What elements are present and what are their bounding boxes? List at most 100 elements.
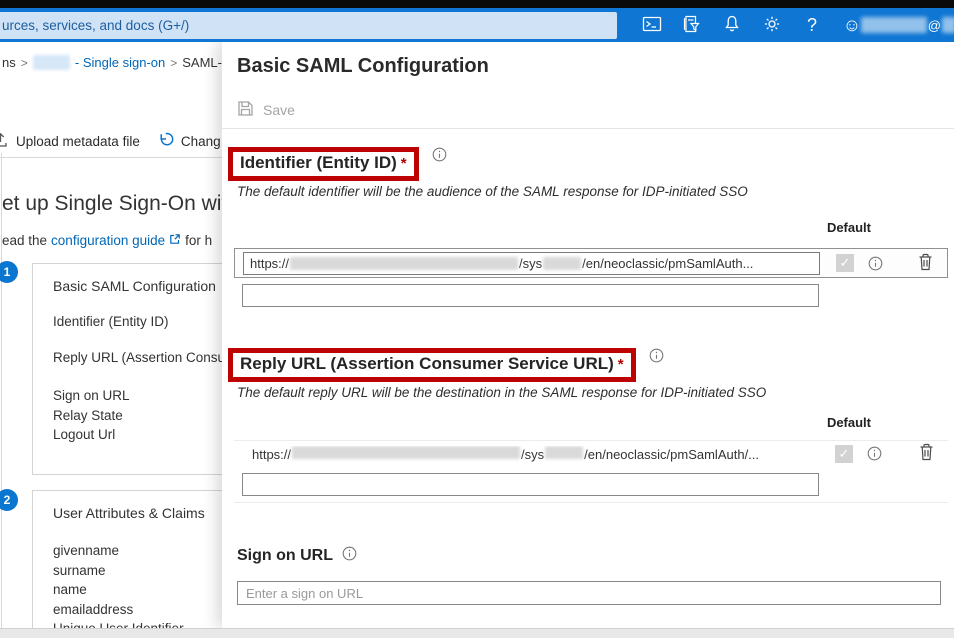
change-sso-mode-button[interactable]: Chang [157, 131, 221, 151]
help-icon: ? [807, 16, 817, 34]
chevron-right-icon: > [21, 56, 28, 70]
settings-button[interactable] [752, 8, 792, 42]
url-part: /sys [521, 447, 544, 462]
url-redacted-segment [545, 446, 583, 459]
info-icon[interactable] [867, 446, 882, 461]
upload-metadata-file-label: Upload metadata file [16, 134, 140, 149]
step-1-badge: 1 [0, 261, 18, 283]
step-2-badge: 2 [0, 489, 18, 511]
sign-on-url-label: Sign on URL [237, 547, 333, 565]
cloud-shell-button[interactable] [632, 8, 672, 42]
sign-on-url-input[interactable] [237, 581, 941, 605]
card-item: givenname [53, 541, 222, 561]
url-redacted-segment [290, 257, 518, 270]
azure-portal-window: ? ☺ @ ns > - Single sign-on > SAML- [0, 0, 954, 638]
content-left-edge [1, 153, 2, 628]
reply-url-row: https:// /sys/en/neoclassic/pmSamlAuth/..… [234, 441, 948, 466]
reply-url-value: https:// /sys/en/neoclassic/pmSamlAuth/..… [242, 446, 819, 462]
section-divider [234, 502, 948, 503]
read-suffix: for h [185, 233, 212, 248]
reply-url-description: The default reply URL will be the destin… [237, 385, 941, 400]
browser-chrome-strip [0, 0, 954, 8]
card-item: Logout Url [53, 425, 222, 445]
url-part: /sys [519, 256, 542, 271]
info-icon[interactable] [432, 147, 447, 167]
azure-top-bar: ? ☺ @ [0, 8, 954, 42]
account-name-redacted [861, 17, 927, 33]
undo-arrow-icon [157, 131, 174, 151]
toolbar-divider [0, 157, 222, 158]
info-icon[interactable] [649, 348, 664, 368]
user-attributes-claims-card[interactable]: User Attributes & Claims givenname surna… [32, 490, 222, 628]
read-prefix: ead the [2, 233, 47, 248]
url-part: https:// [252, 447, 291, 462]
card-item: Relay State [53, 406, 222, 426]
upload-icon [0, 131, 9, 151]
breadcrumb-item-applications[interactable]: ns [2, 55, 16, 70]
check-icon: ✓ [840, 255, 851, 271]
url-part: https:// [250, 256, 289, 271]
breadcrumb-item-saml[interactable]: SAML- [182, 55, 222, 70]
identifier-url-input[interactable]: https:// /sys/en/neoclassic/pmSamlAuth... [243, 252, 820, 275]
chevron-right-icon: > [170, 56, 177, 70]
card-item: name [53, 580, 222, 600]
topbar-icon-group: ? ☺ [632, 8, 872, 42]
identifier-new-entry-input[interactable] [242, 284, 819, 307]
reply-url-section-label: Reply URL (Assertion Consumer Service UR… [240, 354, 614, 373]
horizontal-scrollbar[interactable] [0, 628, 954, 638]
required-asterisk: * [618, 356, 624, 373]
identifier-section-label: Identifier (Entity ID) [240, 153, 397, 172]
sso-toolbar: Upload metadata file Chang [0, 131, 222, 151]
external-link-icon [169, 233, 181, 248]
identifier-red-annotation: Identifier (Entity ID)* [228, 147, 419, 181]
notifications-button[interactable] [712, 8, 752, 42]
upload-metadata-file-button[interactable]: Upload metadata file [0, 131, 140, 151]
card-item: Identifier (Entity ID) [53, 314, 222, 329]
directory-filter-icon [682, 14, 702, 37]
url-part: /en/neoclassic/pmSamlAuth/... [584, 447, 759, 462]
save-button[interactable]: Save [237, 100, 295, 120]
card-item: Unique User Identifier [53, 619, 222, 628]
trash-icon [918, 253, 933, 274]
breadcrumb-item-single-sign-on[interactable]: - Single sign-on [75, 55, 165, 70]
reply-url-new-entry-input[interactable] [242, 473, 819, 496]
card-title: Basic SAML Configuration [53, 278, 222, 294]
account-at-symbol: @ [928, 18, 941, 33]
smiley-icon: ☺ [843, 16, 861, 34]
save-label: Save [263, 102, 295, 118]
url-part: /en/neoclassic/pmSamlAuth... [582, 256, 753, 271]
card-item: emailaddress [53, 600, 222, 620]
delete-row-button[interactable] [918, 253, 933, 274]
delete-row-button[interactable] [919, 443, 934, 464]
account-domain-redacted [942, 17, 954, 33]
cloud-shell-icon [642, 14, 662, 37]
required-asterisk: * [401, 155, 407, 172]
help-button[interactable]: ? [792, 8, 832, 42]
account-menu[interactable]: @ [861, 8, 954, 42]
info-icon[interactable] [868, 256, 883, 271]
gear-icon [762, 14, 782, 37]
url-redacted-segment [292, 446, 520, 459]
default-checkbox-checked[interactable]: ✓ [835, 445, 853, 463]
search-input[interactable] [0, 12, 617, 39]
card-item: Reply URL (Assertion Consu [53, 350, 222, 365]
url-redacted-segment [543, 257, 581, 270]
info-icon[interactable] [342, 546, 357, 566]
breadcrumb: ns > - Single sign-on > SAML- [0, 42, 222, 70]
configuration-guide-line: ead the configuration guide for h [2, 233, 222, 248]
panel-title: Basic SAML Configuration [237, 55, 941, 78]
card-item: surname [53, 561, 222, 581]
default-checkbox-checked[interactable]: ✓ [836, 254, 854, 272]
trash-icon [919, 443, 934, 464]
configuration-guide-link[interactable]: configuration guide [51, 233, 165, 248]
single-sign-on-page: ns > - Single sign-on > SAML- Upload met… [0, 42, 222, 628]
reply-url-red-annotation: Reply URL (Assertion Consumer Service UR… [228, 348, 636, 382]
directory-filter-button[interactable] [672, 8, 712, 42]
card-title: User Attributes & Claims [53, 505, 222, 521]
card-item: Sign on URL [53, 386, 222, 406]
basic-saml-configuration-card[interactable]: Basic SAML Configuration Identifier (Ent… [32, 263, 222, 475]
identifier-description: The default identifier will be the audie… [237, 184, 941, 199]
basic-saml-configuration-panel: Basic SAML Configuration Save Identifier… [222, 42, 954, 628]
app-name-redacted [33, 55, 70, 70]
save-disk-icon [237, 100, 254, 120]
